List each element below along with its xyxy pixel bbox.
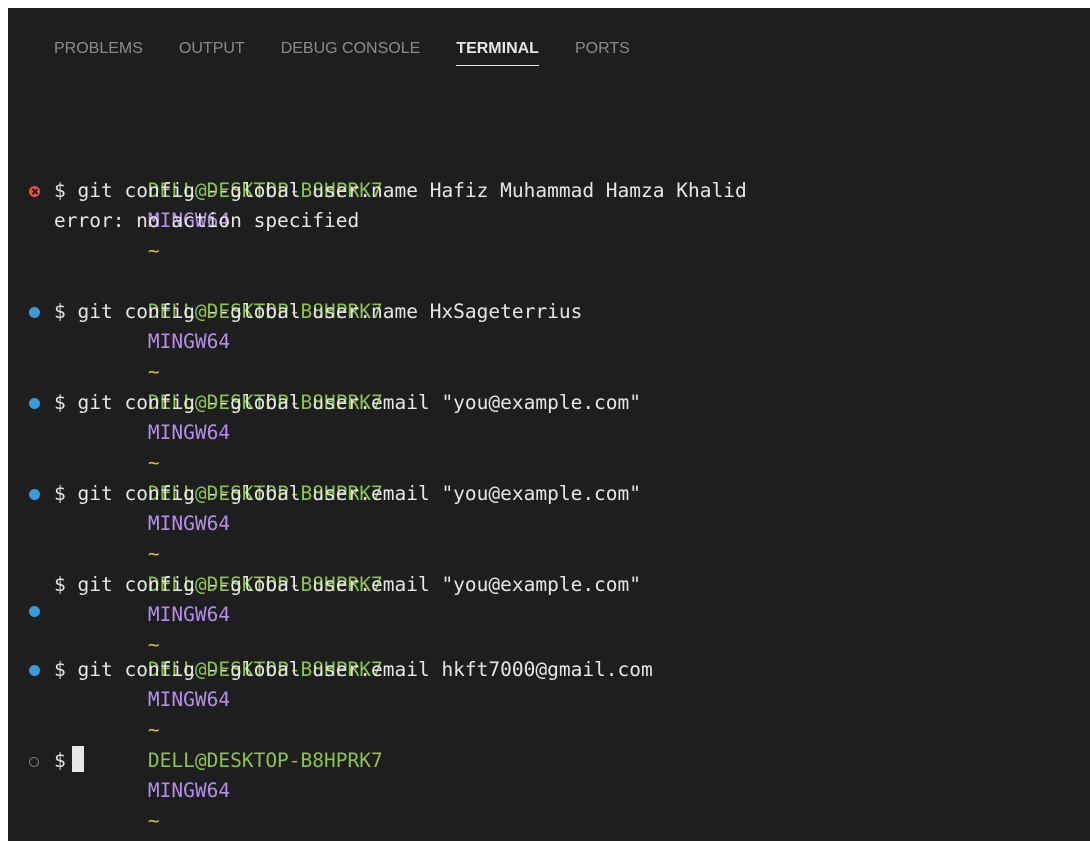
clipped-editor-text: ▔▔▔ ▔ ▔▔ ▔ [220, 8, 327, 12]
prompt-symbol: $ [54, 300, 66, 323]
command-line: $ git config --global user.email "you@ex… [8, 570, 1090, 600]
command-text: git config --global user.email hkft7000@… [77, 658, 653, 681]
prompt-symbol: $ [54, 391, 66, 414]
command-text: git config --global user.email "you@exam… [77, 482, 642, 505]
success-dot-icon[interactable] [29, 606, 40, 617]
command-line: $ git config --global user.name Hafiz Mu… [8, 176, 1090, 206]
command-text: git config --global user.email "you@exam… [77, 573, 642, 596]
success-dot-icon[interactable] [29, 398, 40, 409]
command-line[interactable]: $ [8, 746, 1090, 776]
panel-tabs: PROBLEMS OUTPUT DEBUG CONSOLE TERMINAL P… [54, 38, 666, 78]
prompt-line: DELL@DESKTOP-B8HPRK7 MINGW64 ~ [8, 625, 1090, 741]
success-dot-icon[interactable] [29, 307, 40, 318]
prompt-symbol: $ [54, 573, 66, 596]
prompt-path: ~ [147, 809, 160, 832]
command-line: $ git config --global user.email "you@ex… [8, 388, 1090, 418]
tab-terminal[interactable]: TERMINAL [456, 38, 539, 70]
terminal-output[interactable]: DELL@DESKTOP-B8HPRK7 MINGW64 ~ $ git con… [8, 146, 1090, 832]
prompt-env: MINGW64 [147, 779, 231, 802]
command-text: git config --global user.name HxSageterr… [77, 300, 583, 323]
output-text: error: no action specified [54, 209, 360, 232]
command-text: git config --global user.name Hafiz Muha… [77, 179, 747, 202]
prompt-line: DELL@DESKTOP-B8HPRK7 MINGW64 ~ [8, 540, 1090, 656]
command-line: $ git config --global user.email "you@ex… [8, 479, 1090, 509]
prompt-line: DELL@DESKTOP-B8HPRK7 MINGW64 ~ [8, 449, 1090, 565]
tab-debug-console[interactable]: DEBUG CONSOLE [281, 38, 421, 70]
prompt-line: DELL@DESKTOP-B8HPRK7 MINGW64 ~ [8, 358, 1090, 474]
command-line: $ git config --global user.email hkft700… [8, 655, 1090, 685]
command-text: git config --global user.email "you@exam… [77, 391, 642, 414]
terminal-cursor [71, 746, 84, 772]
prompt-symbol: $ [54, 658, 66, 681]
command-line: $ git config --global user.name HxSagete… [8, 297, 1090, 327]
tab-output[interactable]: OUTPUT [179, 38, 245, 70]
prompt-line: DELL@DESKTOP-B8HPRK7 MINGW64 ~ [8, 716, 1090, 832]
empty-circle-icon[interactable] [29, 757, 39, 767]
prompt-line: DELL@DESKTOP-B8HPRK7 MINGW64 ~ [8, 146, 1090, 262]
success-dot-icon[interactable] [29, 489, 40, 500]
decoration-line [8, 600, 1090, 625]
prompt-symbol: $ [54, 482, 66, 505]
terminal-panel: ▔▔▔ ▔ ▔▔ ▔ PROBLEMS OUTPUT DEBUG CONSOLE… [8, 8, 1090, 841]
tab-problems[interactable]: PROBLEMS [54, 38, 143, 70]
prompt-line: DELL@DESKTOP-B8HPRK7 MINGW64 ~ [8, 267, 1090, 383]
prompt-symbol: $ [54, 749, 66, 772]
command-output: error: no action specified [8, 206, 1090, 236]
error-circle-icon[interactable] [29, 186, 40, 197]
success-dot-icon[interactable] [29, 665, 40, 676]
tab-ports[interactable]: PORTS [575, 38, 630, 70]
prompt-symbol: $ [54, 179, 66, 202]
